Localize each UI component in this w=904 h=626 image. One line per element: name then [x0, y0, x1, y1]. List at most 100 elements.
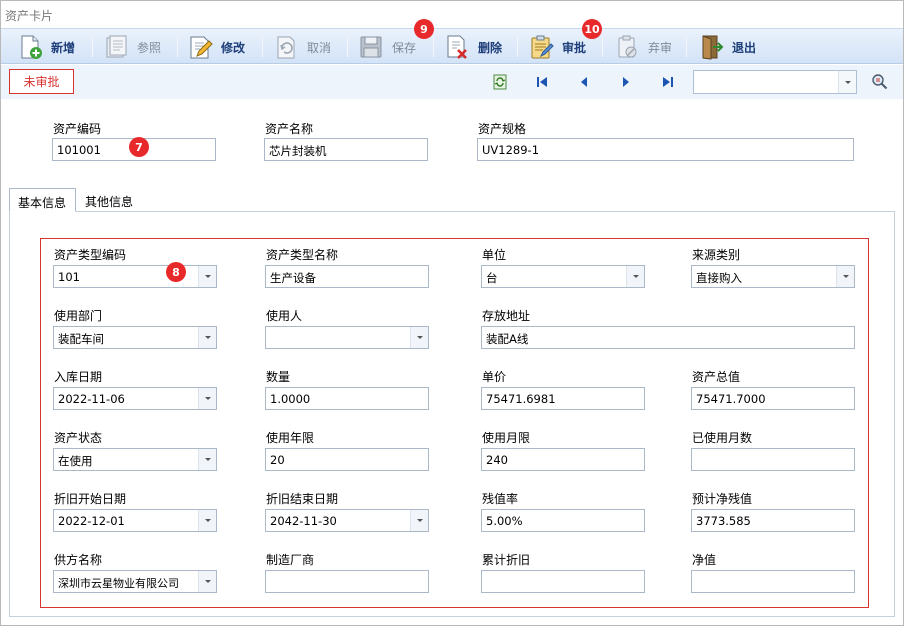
- dep-end-picker[interactable]: 2042-11-30: [265, 509, 429, 532]
- chevron-down-icon[interactable]: [198, 571, 216, 592]
- annotation-badge-10: 10: [582, 19, 602, 39]
- dept-select[interactable]: 装配车间: [53, 326, 217, 349]
- chevron-down-icon[interactable]: [198, 388, 216, 409]
- total-label: 资产总值: [692, 370, 741, 384]
- acc-dep-field[interactable]: [481, 570, 645, 593]
- next-record-icon: [623, 77, 629, 87]
- exit-button[interactable]: 退出: [698, 32, 756, 62]
- asset-detail-group: [40, 238, 869, 608]
- annotation-badge-9: 9: [414, 19, 434, 39]
- last-record-icon: [663, 77, 673, 87]
- cancel-button-label: 取消: [307, 40, 332, 55]
- months-field[interactable]: 240: [481, 448, 645, 471]
- residual-value-label: 预计净残值: [692, 492, 753, 506]
- type-code-select[interactable]: 101: [53, 265, 217, 288]
- dep-end-label: 折旧结束日期: [266, 492, 339, 506]
- toolbar: 新增 参照 修改 取消 保存 删除 审批 弃审 退出: [1, 28, 903, 64]
- exit-icon: [702, 35, 724, 60]
- save-button[interactable]: 保存: [358, 32, 416, 62]
- net-value-field[interactable]: [691, 570, 855, 593]
- reference-icon: [106, 35, 127, 58]
- years-value: 20: [270, 453, 285, 467]
- tab-basic-info[interactable]: 基本信息: [9, 188, 76, 212]
- manufacturer-label: 制造厂商: [266, 553, 315, 567]
- edit-button-label: 修改: [221, 40, 246, 55]
- in-date-value: 2022-11-06: [58, 392, 125, 406]
- approve-button[interactable]: 审批: [528, 32, 586, 62]
- source-select[interactable]: 直接购入: [691, 265, 855, 288]
- chevron-down-icon[interactable]: [198, 449, 216, 470]
- location-field[interactable]: 装配A线: [481, 326, 855, 349]
- chevron-down-icon[interactable]: [198, 327, 216, 348]
- state-label: 资产状态: [54, 431, 103, 445]
- delete-button-label: 删除: [478, 40, 503, 55]
- residual-rate-field[interactable]: 5.00%: [481, 509, 645, 532]
- total-value: 75471.7000: [696, 392, 766, 406]
- approve-button-label: 审批: [562, 40, 587, 55]
- source-label: 来源类别: [692, 248, 741, 262]
- refresh-button[interactable]: [491, 73, 509, 91]
- used-months-field[interactable]: [691, 448, 855, 471]
- chevron-down-icon[interactable]: [410, 510, 428, 531]
- chevron-down-icon[interactable]: [626, 266, 644, 287]
- type-name-label: 资产类型名称: [266, 248, 339, 262]
- cancel-icon: [277, 36, 295, 59]
- reference-button-label: 参照: [137, 40, 162, 55]
- asset-card-window: 资产卡片 新增 参照 修改 取消 保存 删除 审批 弃审 退出 9 10 未审批…: [0, 0, 904, 626]
- first-record-button[interactable]: [533, 73, 551, 91]
- chevron-down-icon[interactable]: [838, 71, 856, 93]
- residual-rate-value: 5.00%: [486, 514, 523, 528]
- add-document-icon: [21, 35, 42, 59]
- toolbar-separator: [347, 37, 348, 57]
- chevron-down-icon[interactable]: [836, 266, 854, 287]
- manufacturer-field[interactable]: [265, 570, 429, 593]
- quantity-field[interactable]: 1.0000: [265, 387, 429, 410]
- supplier-select[interactable]: 深圳市云星物业有限公司: [53, 570, 217, 593]
- dep-start-value: 2022-12-01: [58, 514, 125, 528]
- user-select[interactable]: [265, 326, 429, 349]
- search-icon: [872, 74, 888, 90]
- dep-start-picker[interactable]: 2022-12-01: [53, 509, 217, 532]
- in-date-picker[interactable]: 2022-11-06: [53, 387, 217, 410]
- next-record-button[interactable]: [617, 73, 635, 91]
- unapprove-button[interactable]: 弃审: [614, 32, 672, 62]
- dept-label: 使用部门: [54, 309, 103, 323]
- annotation-badge-7: 7: [129, 137, 149, 157]
- edit-button[interactable]: 修改: [187, 32, 245, 62]
- unit-price-field[interactable]: 75471.6981: [481, 387, 645, 410]
- add-button-label: 新增: [51, 40, 76, 55]
- dep-start-label: 折旧开始日期: [54, 492, 127, 506]
- add-button[interactable]: 新增: [17, 32, 75, 62]
- chevron-down-icon[interactable]: [198, 510, 216, 531]
- search-button[interactable]: [871, 73, 889, 91]
- unapprove-icon: [618, 35, 637, 58]
- used-months-label: 已使用月数: [692, 431, 753, 445]
- edit-icon: [190, 36, 213, 59]
- title-bar: 资产卡片: [1, 1, 903, 28]
- reference-button[interactable]: 参照: [103, 32, 161, 62]
- residual-value-field[interactable]: 3773.585: [691, 509, 855, 532]
- delete-button[interactable]: 删除: [444, 32, 502, 62]
- years-field[interactable]: 20: [265, 448, 429, 471]
- cancel-button[interactable]: 取消: [273, 32, 331, 62]
- asset-spec-value: UV1289-1: [482, 143, 540, 157]
- state-select[interactable]: 在使用: [53, 448, 217, 471]
- type-name-field[interactable]: 生产设备: [265, 265, 429, 288]
- asset-spec-field[interactable]: UV1289-1: [477, 138, 854, 161]
- acc-dep-label: 累计折旧: [482, 553, 531, 567]
- record-search-select[interactable]: [693, 70, 857, 94]
- previous-record-button[interactable]: [575, 73, 593, 91]
- total-field[interactable]: 75471.7000: [691, 387, 855, 410]
- unapprove-button-label: 弃审: [648, 40, 673, 55]
- asset-name-field[interactable]: 芯片封装机: [264, 138, 428, 161]
- asset-name-label: 资产名称: [265, 122, 314, 136]
- chevron-down-icon[interactable]: [198, 266, 216, 287]
- unit-select[interactable]: 台: [481, 265, 645, 288]
- tab-other-info[interactable]: 其他信息: [77, 188, 147, 212]
- last-record-button[interactable]: [659, 73, 677, 91]
- unit-price-value: 75471.6981: [486, 392, 556, 406]
- in-date-label: 入库日期: [54, 370, 103, 384]
- chevron-down-icon[interactable]: [410, 327, 428, 348]
- exit-button-label: 退出: [732, 40, 757, 55]
- asset-spec-label: 资产规格: [478, 122, 527, 136]
